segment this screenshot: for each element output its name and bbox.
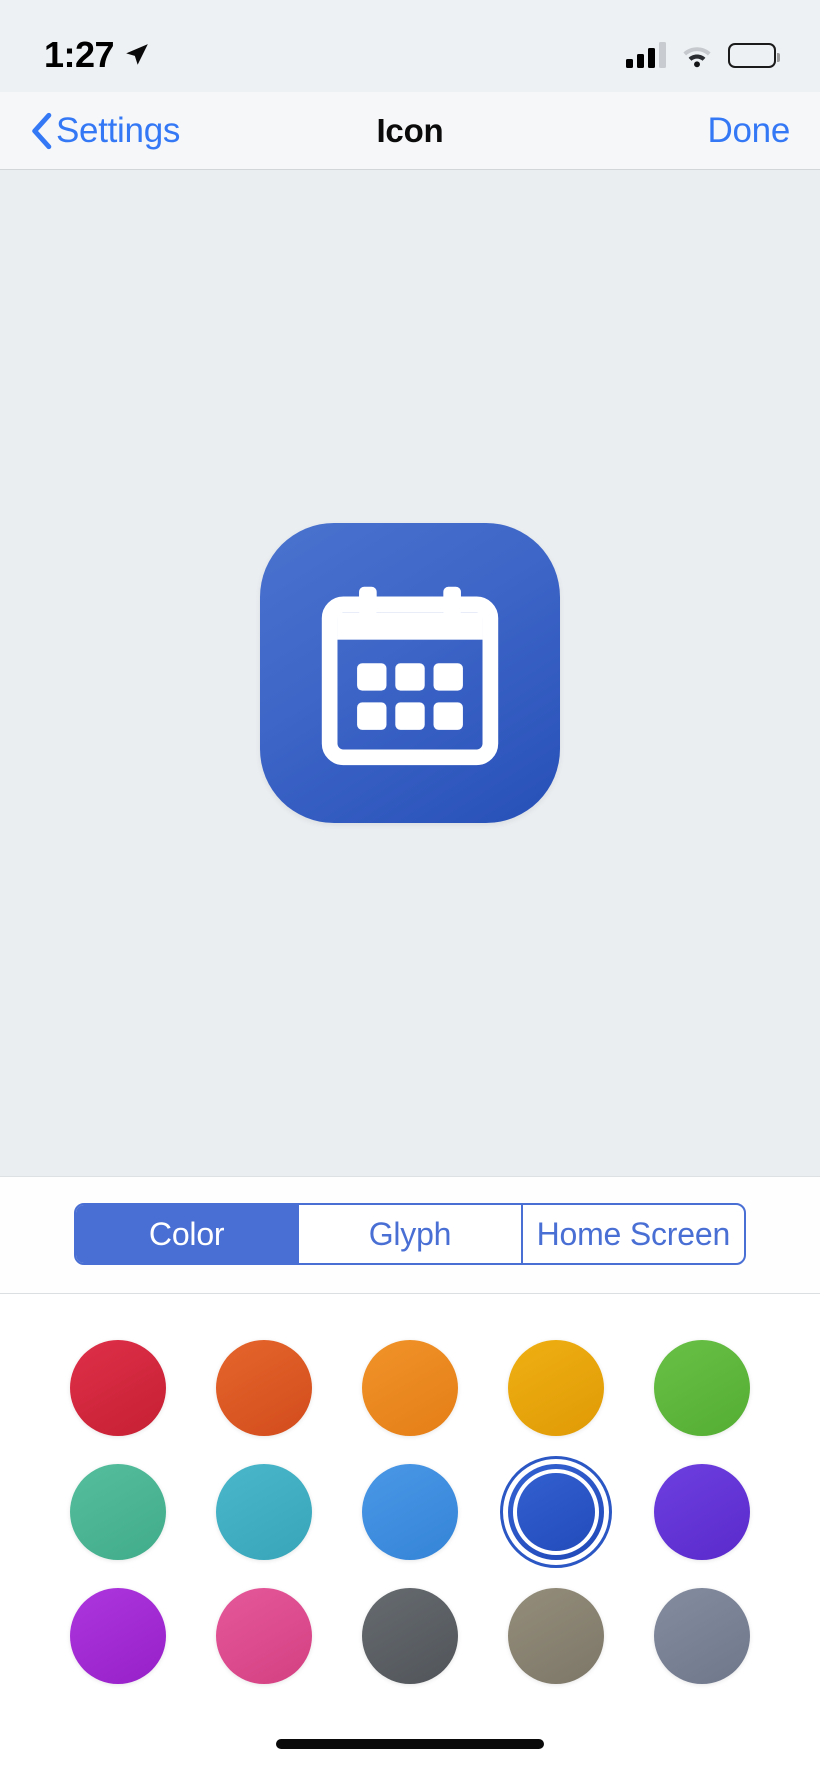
color-swatch-green[interactable] (654, 1340, 750, 1436)
tab-home-screen[interactable]: Home Screen (523, 1205, 744, 1263)
back-button-label: Settings (56, 110, 181, 150)
color-swatch-light-blue[interactable] (362, 1464, 458, 1560)
back-button[interactable]: Settings (30, 111, 180, 151)
calendar-icon (312, 575, 508, 771)
location-arrow-icon (124, 42, 150, 68)
color-swatch-teal-green[interactable] (70, 1464, 166, 1560)
cellular-signal-icon (626, 42, 666, 68)
color-swatch-red[interactable] (70, 1340, 166, 1436)
swatch-row (70, 1456, 750, 1568)
color-swatch-violet[interactable] (654, 1464, 750, 1560)
app-icon-preview[interactable] (260, 523, 560, 823)
editor-mode-bar: Color Glyph Home Screen (0, 1177, 820, 1294)
color-swatch-cyan[interactable] (216, 1464, 312, 1560)
color-swatch-orange-red[interactable] (216, 1340, 312, 1436)
color-swatch-orange[interactable] (362, 1340, 458, 1436)
done-button[interactable]: Done (708, 111, 791, 151)
tab-color[interactable]: Color (76, 1205, 300, 1263)
color-swatch-blue[interactable] (500, 1456, 612, 1568)
color-swatch-taupe[interactable] (508, 1588, 604, 1684)
swatch-row (70, 1588, 750, 1684)
segmented-control[interactable]: Color Glyph Home Screen (74, 1203, 746, 1265)
selection-ring-outer (500, 1456, 612, 1568)
home-indicator[interactable] (276, 1739, 544, 1749)
status-bar: 1:27 (0, 0, 820, 92)
status-bar-right (626, 42, 780, 68)
chevron-left-icon (30, 112, 52, 150)
tab-glyph[interactable]: Glyph (299, 1205, 523, 1263)
battery-icon (728, 42, 780, 68)
home-indicator-area (0, 1712, 820, 1776)
icon-preview-area (0, 170, 820, 1177)
color-swatch-pink[interactable] (216, 1588, 312, 1684)
wifi-icon (680, 42, 714, 68)
color-swatch-amber[interactable] (508, 1340, 604, 1436)
color-swatch-blue-gray[interactable] (654, 1588, 750, 1684)
color-swatch-purple[interactable] (70, 1588, 166, 1684)
swatch-row (70, 1340, 750, 1436)
navigation-bar: Settings Icon Done (0, 92, 820, 170)
status-bar-left: 1:27 (44, 34, 150, 76)
iphone-screen: 1:27 Settings Icon Done Color Glyph Home… (0, 0, 820, 1776)
color-swatch-dark-gray[interactable] (362, 1588, 458, 1684)
status-bar-clock: 1:27 (44, 34, 115, 75)
color-swatch-grid (0, 1294, 820, 1712)
